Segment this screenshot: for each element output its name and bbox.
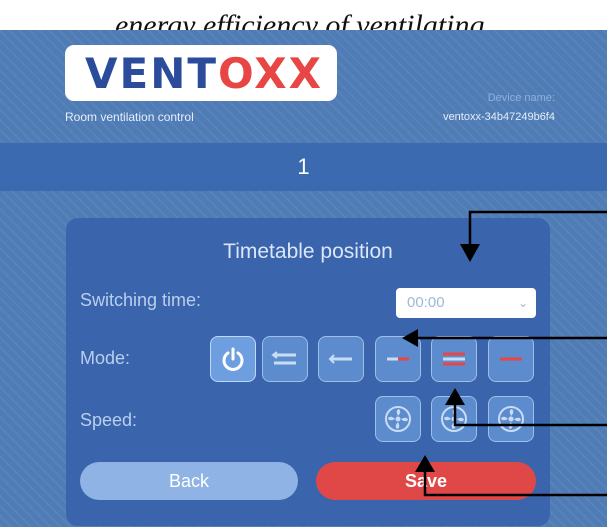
speed-1-button[interactable]: [375, 396, 421, 442]
logo-text-part1: VENT: [85, 49, 218, 98]
logo-text-part2: O: [218, 49, 255, 98]
chevron-down-icon: ⌄: [517, 296, 528, 310]
caption-text: energy efficiency of ventilating,: [114, 9, 493, 30]
panel-title: Timetable position: [223, 240, 393, 263]
power-icon: [222, 347, 244, 371]
mode-power-button[interactable]: [210, 336, 256, 382]
mode-boost-button[interactable]: [431, 336, 477, 382]
exhaust-flow-icon: [328, 354, 352, 364]
mode-supply-button[interactable]: [375, 336, 421, 382]
save-button[interactable]: Save: [316, 462, 536, 500]
ventoxx-logo: VENTOXX: [65, 45, 337, 101]
fan-icon: [441, 406, 467, 432]
timetable-panel: Timetable position Switching time: 00:00…: [66, 218, 550, 526]
app-subtitle: Room ventilation control: [65, 110, 194, 124]
back-button[interactable]: Back: [80, 462, 298, 500]
supply-flow-icon: [387, 357, 409, 361]
two-way-flow-icon: [271, 351, 296, 365]
mode-label: Mode:: [80, 348, 131, 368]
switching-time-select[interactable]: 00:00 ⌄: [396, 288, 536, 318]
fan-icon: [385, 406, 411, 432]
switching-time-value: 00:00: [407, 294, 445, 311]
mode-two-way-button[interactable]: [262, 336, 308, 382]
mode-crossflow-button[interactable]: [488, 336, 534, 382]
speed-label: Speed:: [80, 410, 138, 430]
device-name-label: Device name:: [487, 92, 555, 104]
app-screen: VENTOXX Room ventilation control Device …: [0, 30, 607, 527]
speed-3-button[interactable]: [488, 396, 534, 442]
position-number: 1: [297, 154, 310, 179]
fan-icon: [498, 406, 524, 432]
speed-2-button[interactable]: [431, 396, 477, 442]
logo-text-part3: XX: [254, 49, 323, 98]
timetable-position-bar: 1: [0, 143, 607, 191]
mode-exhaust-button[interactable]: [318, 336, 364, 382]
boost-flow-icon: [443, 352, 465, 366]
crossflow-icon: [500, 357, 522, 361]
switching-time-label: Switching time:: [80, 290, 202, 310]
device-name-value: ventoxx-34b47249b6f4: [443, 111, 555, 123]
